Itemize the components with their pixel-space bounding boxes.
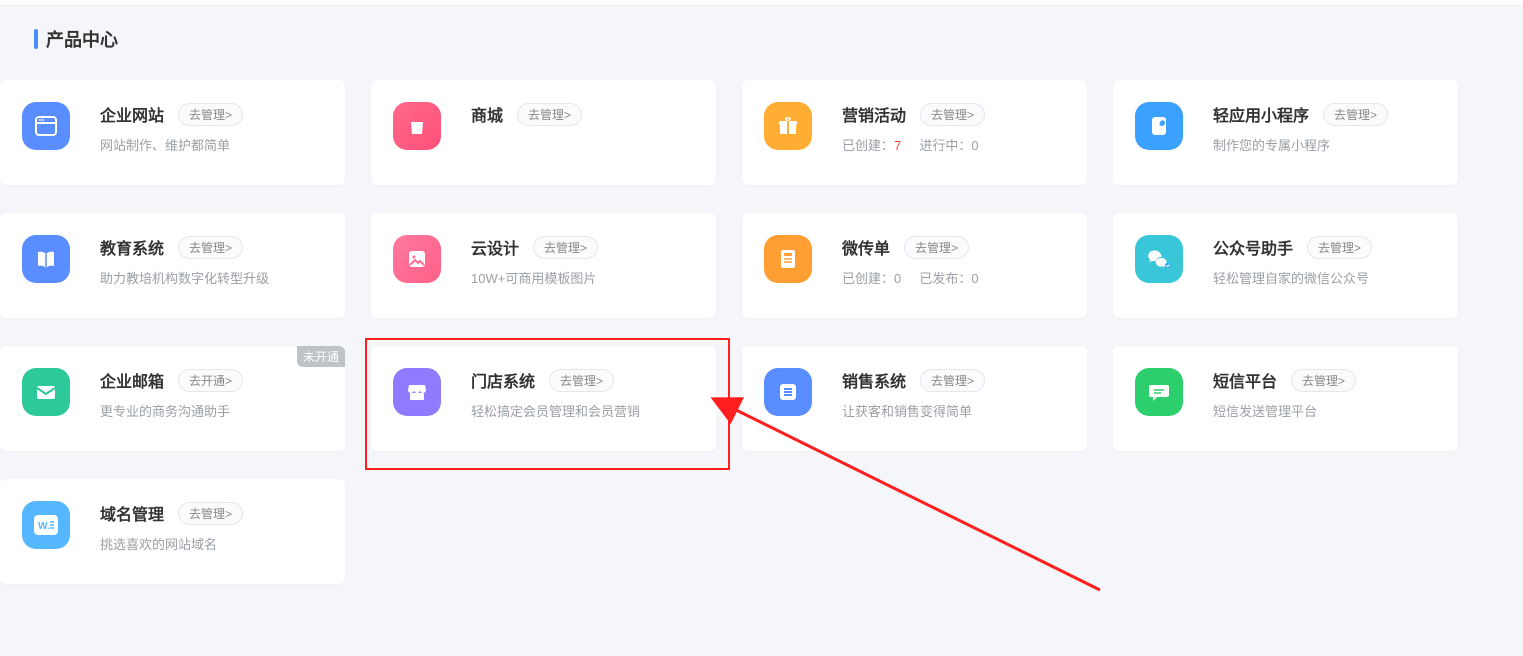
card-edu[interactable]: 教育系统 去管理> 助力教培机构数字化转型升级 <box>0 213 345 318</box>
manage-button[interactable]: 去管理> <box>178 502 243 525</box>
card-desc: 让获客和销售变得简单 <box>842 402 1067 422</box>
stat-label: 已创建： <box>842 271 894 286</box>
card-title: 营销活动 <box>842 102 906 126</box>
card-title: 教育系统 <box>100 235 164 259</box>
manage-button[interactable]: 去管理> <box>533 236 598 259</box>
card-title: 企业网站 <box>100 102 164 126</box>
manage-button[interactable]: 去管理> <box>517 103 582 126</box>
card-leaflet[interactable]: 微传单 去管理> 已创建：0 已发布：0 <box>742 213 1087 318</box>
domain-icon: W. <box>22 501 70 549</box>
card-title: 轻应用小程序 <box>1213 102 1309 126</box>
store-icon <box>393 368 441 416</box>
manage-button[interactable]: 去管理> <box>904 236 969 259</box>
manage-button[interactable]: 去管理> <box>1307 236 1372 259</box>
card-title: 域名管理 <box>100 501 164 525</box>
activate-button[interactable]: 去开通> <box>178 369 243 392</box>
wechat-icon <box>1135 235 1183 283</box>
page: 产品中心 企业网站 去管理> 网站制作、维护都简单 商城 <box>0 6 1523 80</box>
card-desc: 短信发送管理平台 <box>1213 402 1438 422</box>
list-icon <box>764 368 812 416</box>
stat-label: 已创建： <box>842 138 894 153</box>
site-icon <box>22 102 70 150</box>
leaflet-icon <box>764 235 812 283</box>
card-store[interactable]: 门店系统 去管理> 轻松搞定会员管理和会员营销 <box>371 346 716 451</box>
card-title: 商城 <box>471 102 503 126</box>
stat-value: 0 <box>894 271 901 286</box>
card-mail[interactable]: 未开通 企业邮箱 去开通> 更专业的商务沟通助手 <box>0 346 345 451</box>
card-desc: 网站制作、维护都简单 <box>100 136 325 156</box>
card-desc: 制作您的专属小程序 <box>1213 136 1438 156</box>
svg-text:W.: W. <box>38 521 50 532</box>
card-desc: 挑选喜欢的网站域名 <box>100 535 325 555</box>
stat-value: 0 <box>971 271 978 286</box>
gift-icon <box>764 102 812 150</box>
card-miniprogram[interactable]: 轻应用小程序 去管理> 制作您的专属小程序 <box>1113 80 1458 185</box>
manage-button[interactable]: 去管理> <box>1291 369 1356 392</box>
stat-label: 已发布： <box>919 271 971 286</box>
card-desc: 已创建：0 已发布：0 <box>842 269 1067 289</box>
card-enterprise-site[interactable]: 企业网站 去管理> 网站制作、维护都简单 <box>0 80 345 185</box>
card-desc: 助力教培机构数字化转型升级 <box>100 269 325 289</box>
stat-value: 0 <box>971 138 978 153</box>
bag-icon <box>393 102 441 150</box>
card-desc: 10W+可商用模板图片 <box>471 269 696 289</box>
card-desc: 轻松搞定会员管理和会员营销 <box>471 402 696 422</box>
book-icon <box>22 235 70 283</box>
card-marketing[interactable]: 营销活动 去管理> 已创建：7 进行中：0 <box>742 80 1087 185</box>
card-title: 门店系统 <box>471 368 535 392</box>
card-wechat[interactable]: 公众号助手 去管理> 轻松管理自家的微信公众号 <box>1113 213 1458 318</box>
stat-value: 7 <box>894 138 901 153</box>
card-mall[interactable]: 商城 去管理> <box>371 80 716 185</box>
card-title: 企业邮箱 <box>100 368 164 392</box>
chat-icon <box>1135 368 1183 416</box>
section-title-bar <box>34 29 38 49</box>
manage-button[interactable]: 去管理> <box>178 236 243 259</box>
section-title: 产品中心 <box>0 26 1523 52</box>
stat-label: 进行中： <box>919 138 971 153</box>
manage-button[interactable]: 去管理> <box>1323 103 1388 126</box>
card-sales[interactable]: 销售系统 去管理> 让获客和销售变得简单 <box>742 346 1087 451</box>
card-desc: 轻松管理自家的微信公众号 <box>1213 269 1438 289</box>
section-title-text: 产品中心 <box>46 26 118 52</box>
card-title: 销售系统 <box>842 368 906 392</box>
card-title: 微传单 <box>842 235 890 259</box>
mail-icon <box>22 368 70 416</box>
image-icon <box>393 235 441 283</box>
card-title: 公众号助手 <box>1213 235 1293 259</box>
card-desc: 已创建：7 进行中：0 <box>842 136 1067 156</box>
manage-button[interactable]: 去管理> <box>920 369 985 392</box>
miniprogram-icon <box>1135 102 1183 150</box>
card-sms[interactable]: 短信平台 去管理> 短信发送管理平台 <box>1113 346 1458 451</box>
card-domain[interactable]: W. 域名管理 去管理> 挑选喜欢的网站域名 <box>0 479 345 584</box>
card-desc: 更专业的商务沟通助手 <box>100 402 325 422</box>
manage-button[interactable]: 去管理> <box>178 103 243 126</box>
manage-button[interactable]: 去管理> <box>920 103 985 126</box>
card-title: 短信平台 <box>1213 368 1277 392</box>
card-clouddesign[interactable]: 云设计 去管理> 10W+可商用模板图片 <box>371 213 716 318</box>
card-title: 云设计 <box>471 235 519 259</box>
unopened-badge: 未开通 <box>297 346 345 367</box>
manage-button[interactable]: 去管理> <box>549 369 614 392</box>
